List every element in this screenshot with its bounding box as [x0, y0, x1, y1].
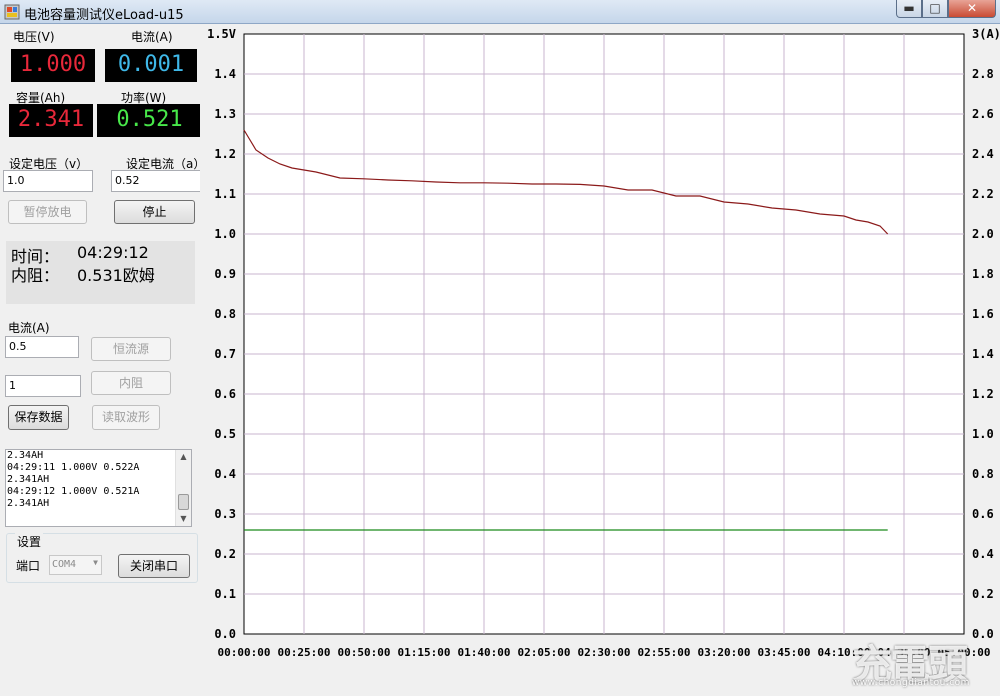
y-left-tick-label: 1.1 — [214, 187, 236, 201]
chevron-down-icon: ▼ — [93, 558, 98, 567]
y-left-tick-label: 0.0 — [214, 627, 236, 641]
log-line: 04:29:11 1.000V 0.522A — [7, 462, 140, 473]
pause-discharge-button[interactable]: 暂停放电 — [8, 200, 87, 224]
save-data-button[interactable]: 保存数据 — [8, 405, 69, 430]
port-select[interactable]: COM4 ▼ — [49, 555, 102, 575]
y-right-tick-label: 1.0 — [972, 427, 994, 441]
port-label: 端口 — [16, 559, 41, 573]
time-value: 04:29:12 — [77, 243, 149, 262]
y-left-tick-label: 1.2 — [214, 147, 236, 161]
y-right-tick-label: 1.2 — [972, 387, 994, 401]
log-line: 2.34AH — [7, 450, 44, 461]
y-left-tick-label: 0.7 — [214, 347, 236, 361]
minimize-button[interactable]: ▬ — [896, 0, 922, 18]
x-tick-label: 00:50:00 — [338, 646, 391, 659]
y-right-tick-label: 2.4 — [972, 147, 994, 161]
x-tick-label: 01:40:00 — [458, 646, 511, 659]
maximize-icon: □ — [929, 1, 941, 15]
voltage-label: 电压(V) — [13, 30, 55, 44]
y-right-tick-label: 2.2 — [972, 187, 994, 201]
y-right-tick-label: 1.6 — [972, 307, 994, 321]
current-label: 电流(A) — [131, 30, 173, 44]
close-icon: ✕ — [966, 1, 978, 15]
info-panel: 时间： 04:29:12 内阻： 0.531欧姆 — [6, 241, 195, 304]
close-button[interactable]: ✕ — [948, 0, 996, 18]
app-icon — [4, 4, 20, 20]
y-left-tick-label: 0.1 — [214, 587, 236, 601]
y-left-tick-label: 1.3 — [214, 107, 236, 121]
y-left-tick-label: 0.5 — [214, 427, 236, 441]
watermark-url: www.chongdiantou.com — [852, 678, 970, 688]
log-scrollbar[interactable]: ▲ ▼ — [175, 450, 191, 526]
set-current-input[interactable]: 0.52 — [111, 170, 203, 192]
read-waveform-button[interactable]: 读取波形 — [92, 405, 160, 430]
scroll-down-icon[interactable]: ▼ — [176, 512, 191, 526]
y-right-tick-label: 3(A) — [972, 27, 1000, 41]
internal-resistance-button[interactable]: 内阻 — [91, 371, 171, 395]
mode-current-input[interactable]: 0.5 — [5, 336, 79, 358]
y-right-tick-label: 2.8 — [972, 67, 994, 81]
y-left-tick-label: 0.3 — [214, 507, 236, 521]
chart-area: 0.0 0.0 0.1 0.2 0.2 0.4 0.3 0.6 0.4 0.8 0.5 1.0 0.6 1… — [200, 24, 1000, 696]
second-value-input[interactable]: 1 — [5, 375, 81, 397]
y-left-tick-label: 0.9 — [214, 267, 236, 281]
y-right-tick-label: 2.0 — [972, 227, 994, 241]
y-right-tick-label: 0.8 — [972, 467, 994, 481]
watermark: 充電頭 www.chongdiantou.com — [852, 632, 998, 692]
title-bar: 电池容量测试仪eLoad-u15 ▬ □ ✕ — [0, 0, 1000, 24]
y-left-tick-label: 0.2 — [214, 547, 236, 561]
y-left-tick-label: 1.4 — [214, 67, 236, 81]
y-right-tick-label: 0.6 — [972, 507, 994, 521]
y-left-tick-label: 0.8 — [214, 307, 236, 321]
y-right-tick-label: 0.2 — [972, 587, 994, 601]
y-left-tick-label: 0.4 — [214, 467, 236, 481]
window-title: 电池容量测试仪eLoad-u15 — [24, 8, 184, 23]
log-line: 2.341AH — [7, 498, 50, 509]
current-display: 0.001 — [105, 49, 197, 82]
power-display: 0.521 — [97, 104, 202, 137]
set-voltage-input[interactable]: 1.0 — [3, 170, 93, 192]
x-tick-label: 03:45:00 — [758, 646, 811, 659]
x-tick-label: 00:00:00 — [218, 646, 271, 659]
close-port-button[interactable]: 关闭串口 — [118, 554, 190, 578]
resistance-label: 内阻： — [11, 266, 60, 285]
voltage-display: 1.000 — [11, 49, 95, 82]
x-tick-label: 01:15:00 — [398, 646, 451, 659]
scroll-thumb[interactable] — [178, 494, 189, 510]
resistance-value: 0.531欧姆 — [77, 266, 155, 285]
log-line: 04:29:12 1.000V 0.521A — [7, 486, 140, 497]
constant-current-button[interactable]: 恒流源 — [91, 337, 171, 361]
y-right-tick-label: 1.4 — [972, 347, 994, 361]
maximize-button[interactable]: □ — [922, 0, 948, 18]
mode-current-label: 电流(A) — [8, 321, 50, 335]
y-right-tick-label: 1.8 — [972, 267, 994, 281]
x-tick-label: 03:20:00 — [698, 646, 751, 659]
y-right-tick-label: 0.4 — [972, 547, 994, 561]
discharge-chart: 0.0 0.00.1 0.20.2 0.40.3 0.60.4 0.80.5 1.00.6 1… — [207, 27, 1000, 659]
port-value: COM4 — [52, 559, 77, 570]
y-left-tick-label: 0.6 — [214, 387, 236, 401]
log-textbox[interactable]: 2.34AH 04:29:11 1.000V 0.522A 2.341AH 04… — [5, 449, 192, 527]
y-left-tick-label: 1.5V — [207, 27, 236, 41]
x-tick-label: 02:30:00 — [578, 646, 631, 659]
scroll-up-icon[interactable]: ▲ — [176, 450, 191, 464]
capacity-display: 2.341 — [9, 104, 93, 137]
settings-group-label: 设置 — [15, 533, 44, 550]
x-tick-label: 02:55:00 — [638, 646, 691, 659]
y-left-tick-label: 1.0 — [214, 227, 236, 241]
stop-button[interactable]: 停止 — [114, 200, 195, 224]
x-tick-label: 02:05:00 — [518, 646, 571, 659]
x-tick-label: 00:25:00 — [278, 646, 331, 659]
y-right-tick-label: 2.6 — [972, 107, 994, 121]
log-line: 2.341AH — [7, 474, 50, 485]
minimize-icon: ▬ — [903, 1, 915, 15]
